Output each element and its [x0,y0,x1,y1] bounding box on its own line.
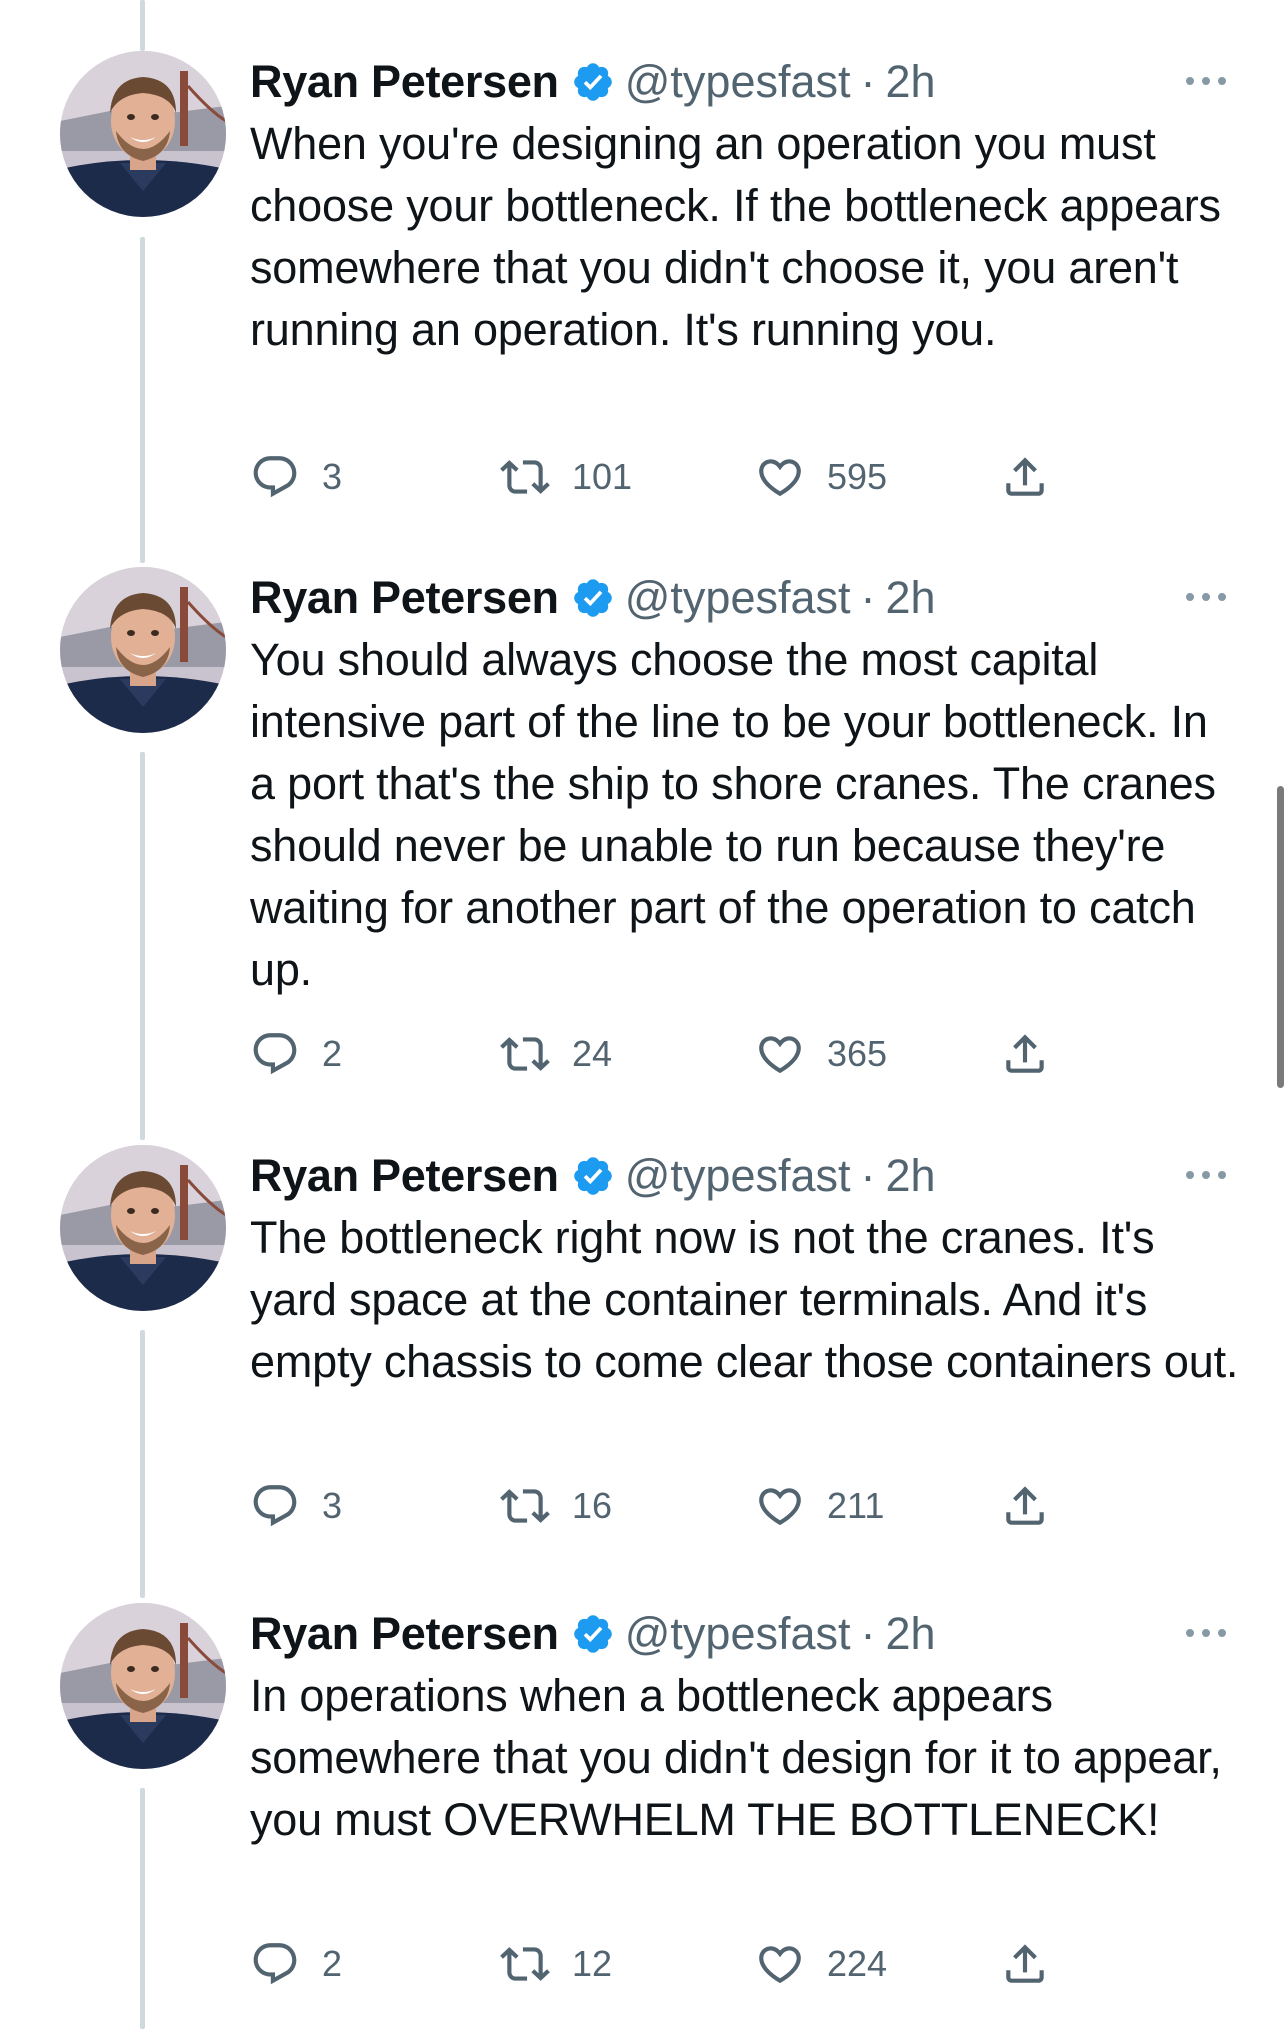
like-button[interactable]: 595 [755,449,887,505]
separator: · [860,572,876,623]
heart-icon [759,1036,801,1074]
tweet-text: You should always choose the most capita… [250,634,1229,995]
reply-button[interactable]: 2 [250,1026,342,1082]
avatar[interactable] [60,51,226,217]
tweet-header: Ryan Petersen @typesfast · 2h [250,567,1240,629]
tweet-content: Ryan Petersen @typesfast · 2h When you'r… [250,51,1240,498]
verified-badge-icon [573,1157,612,1195]
author-handle[interactable]: @typesfast [625,567,851,629]
tweet-header: Ryan Petersen @typesfast · 2h [250,51,1240,113]
thread-line [140,1330,145,1598]
timestamp[interactable]: 2h [886,1145,936,1207]
share-button[interactable] [1000,1478,1050,1534]
reply-count: 2 [322,1033,343,1074]
thread-line [140,237,145,563]
retweet-count: 101 [572,456,633,497]
retweet-icon [500,1489,550,1523]
heart-icon [759,459,801,497]
reply-button[interactable]: 3 [250,449,342,505]
author-name[interactable]: Ryan Petersen [250,1603,559,1665]
share-icon [1006,1486,1044,1525]
tweet-content: Ryan Petersen @typesfast · 2h You should… [250,567,1240,1075]
retweet-count: 16 [572,1485,613,1526]
author-handle[interactable]: @typesfast [625,1603,851,1665]
retweet-button[interactable]: 24 [500,1026,612,1082]
more-options-icon[interactable] [1182,1163,1230,1187]
like-button[interactable]: 224 [755,1936,887,1992]
retweet-count: 24 [572,1033,613,1074]
reply-icon [253,1485,297,1527]
share-button[interactable] [1000,1026,1050,1082]
separator: · [860,56,876,107]
tweet-text: In operations when a bottleneck appears … [250,1670,1235,1845]
action-bar: 2 24 365 [250,1026,1130,1082]
retweet-button[interactable]: 12 [500,1936,612,1992]
like-count: 224 [827,1943,888,1984]
reply-button[interactable]: 2 [250,1936,342,1992]
share-icon [1006,457,1044,496]
share-icon [1006,1034,1044,1073]
retweet-button[interactable]: 16 [500,1478,612,1534]
more-options-icon[interactable] [1182,1621,1230,1645]
share-button[interactable] [1000,1936,1050,1992]
author-handle[interactable]: @typesfast [625,51,851,113]
verified-badge-icon [573,579,612,617]
like-count: 365 [827,1033,888,1074]
tweet-content: Ryan Petersen @typesfast · 2h In operati… [250,1603,1240,1985]
tweet-header: Ryan Petersen @typesfast · 2h [250,1145,1240,1207]
heart-icon [759,1946,801,1984]
retweet-icon [500,460,550,494]
action-bar: 2 12 224 [250,1936,1130,1992]
author-name[interactable]: Ryan Petersen [250,567,559,629]
avatar-image [60,51,226,217]
tweet-text: The bottleneck right now is not the cran… [250,1212,1239,1387]
share-button[interactable] [1000,449,1050,505]
reply-button[interactable]: 3 [250,1478,342,1534]
reply-icon [253,456,297,498]
reply-count: 3 [322,1485,343,1526]
thread-line [140,1788,145,2029]
reply-count: 2 [322,1943,343,1984]
avatar-image [60,1145,226,1311]
timestamp[interactable]: 2h [886,51,936,113]
like-count: 211 [827,1485,885,1526]
verified-badge-icon [573,63,612,101]
scrollbar[interactable] [1277,786,1284,1088]
retweet-icon [500,1947,550,1981]
separator: · [860,1150,876,1201]
author-name[interactable]: Ryan Petersen [250,1145,559,1207]
tweet-header: Ryan Petersen @typesfast · 2h [250,1603,1240,1665]
more-options-icon[interactable] [1182,585,1230,609]
avatar-image [60,567,226,733]
avatar[interactable] [60,1603,226,1769]
action-bar: 3 101 595 [250,449,1130,505]
tweet-content: Ryan Petersen @typesfast · 2h The bottle… [250,1145,1240,1527]
retweet-button[interactable]: 101 [500,449,632,505]
thread-line [140,752,145,1140]
reply-icon [253,1943,297,1985]
avatar[interactable] [60,567,226,733]
like-button[interactable]: 365 [755,1026,887,1082]
tweet-text: When you're designing an operation you m… [250,118,1234,355]
like-button[interactable]: 211 [755,1478,884,1534]
author-handle[interactable]: @typesfast [625,1145,851,1207]
timestamp[interactable]: 2h [886,567,936,629]
share-icon [1006,1944,1044,1983]
reply-icon [253,1033,297,1075]
thread-line [140,0,145,51]
heart-icon [759,1488,801,1526]
verified-badge-icon [573,1615,612,1653]
retweet-icon [500,1037,550,1071]
timestamp[interactable]: 2h [886,1603,936,1665]
author-name[interactable]: Ryan Petersen [250,51,559,113]
retweet-count: 12 [572,1943,613,1984]
action-bar: 3 16 211 [250,1478,1130,1534]
reply-count: 3 [322,456,343,497]
avatar-image [60,1603,226,1769]
more-options-icon[interactable] [1182,69,1230,93]
like-count: 595 [827,456,888,497]
separator: · [860,1608,876,1659]
avatar[interactable] [60,1145,226,1311]
